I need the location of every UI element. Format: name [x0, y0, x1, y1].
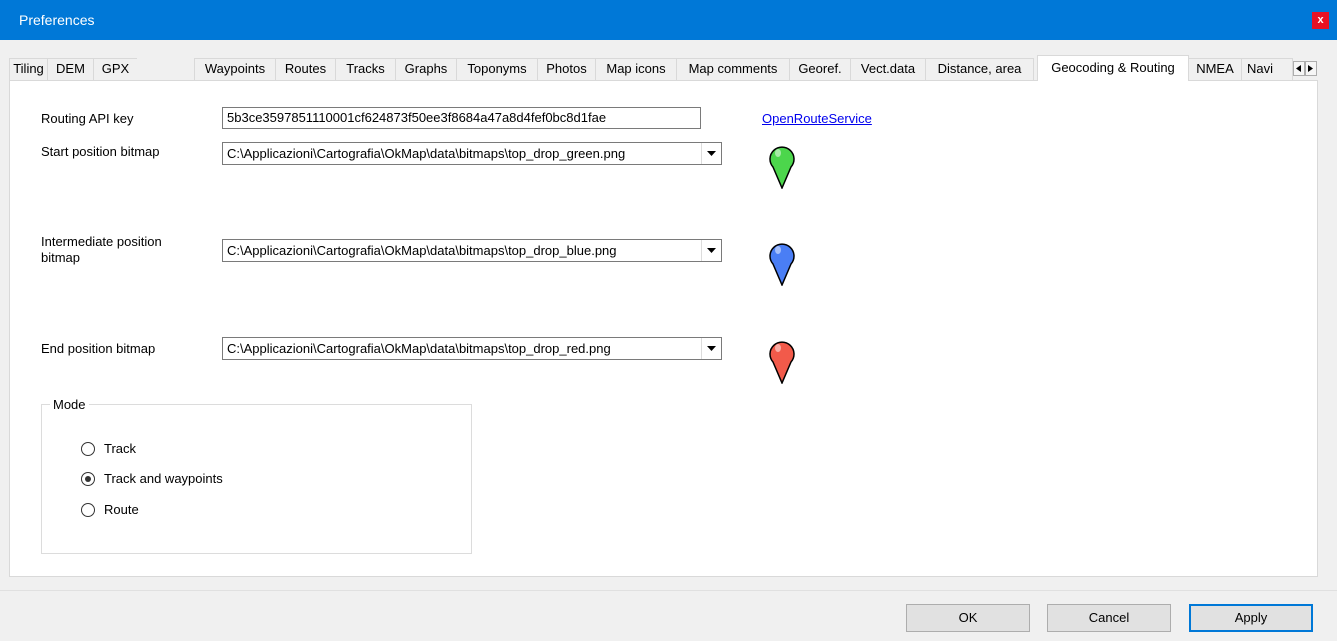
tab-map-icons[interactable]: Map icons [595, 58, 677, 80]
start-bitmap-dropdown-button[interactable] [701, 143, 721, 164]
tab-waypoints[interactable]: Waypoints [194, 58, 276, 80]
close-button[interactable]: x [1312, 12, 1329, 29]
title-bar: Preferences x [0, 0, 1337, 40]
tab-gpx[interactable]: GPX [93, 58, 138, 80]
window-title: Preferences [19, 12, 95, 28]
api-key-label: Routing API key [41, 111, 134, 126]
tab-distance-area[interactable]: Distance, area [925, 58, 1034, 80]
openrouteservice-link[interactable]: OpenRouteService [762, 111, 872, 126]
cancel-button[interactable]: Cancel [1047, 604, 1171, 632]
chevron-down-icon [707, 151, 716, 156]
blue-pin-icon [769, 243, 795, 286]
tab-map-comments[interactable]: Map comments [676, 58, 790, 80]
apply-button[interactable]: Apply [1189, 604, 1313, 632]
api-key-field[interactable]: 5b3ce3597851110001cf624873f50ee3f8684a47… [222, 107, 701, 129]
chevron-down-icon [707, 248, 716, 253]
mode-track-waypoints-label[interactable]: Track and waypoints [104, 471, 223, 487]
end-bitmap-label: End position bitmap [41, 341, 156, 356]
tab-nmea[interactable]: NMEA [1188, 58, 1242, 80]
end-bitmap-dropdown-button[interactable] [701, 338, 721, 359]
end-bitmap-select[interactable]: C:\Applicazioni\Cartografia\OkMap\data\b… [222, 337, 722, 360]
tab-navi[interactable]: Navi [1241, 58, 1293, 80]
mode-track-waypoints-radio[interactable] [81, 472, 95, 486]
end-bitmap-value: C:\Applicazioni\Cartografia\OkMap\data\b… [227, 341, 611, 356]
start-bitmap-label: Start position bitmap [41, 144, 160, 159]
tab-strip: Tiling DEM GPX Waypoints Routes Tracks G… [9, 55, 1317, 81]
mode-track-label[interactable]: Track [104, 441, 136, 457]
tab-photos[interactable]: Photos [537, 58, 596, 80]
mode-route-radio[interactable] [81, 503, 95, 517]
tab-dem[interactable]: DEM [47, 58, 94, 80]
radio-selected-dot [85, 476, 91, 482]
tab-tiling[interactable]: Tiling [9, 58, 48, 80]
intermediate-bitmap-label-line2: bitmap [41, 250, 81, 265]
intermediate-bitmap-select[interactable]: C:\Applicazioni\Cartografia\OkMap\data\b… [222, 239, 722, 262]
chevron-down-icon [707, 346, 716, 351]
mode-track-radio[interactable] [81, 442, 95, 456]
intermediate-bitmap-dropdown-button[interactable] [701, 240, 721, 261]
tab-vect-data[interactable]: Vect.data [850, 58, 926, 80]
start-bitmap-value: C:\Applicazioni\Cartografia\OkMap\data\b… [227, 146, 626, 161]
tab-routes[interactable]: Routes [275, 58, 336, 80]
intermediate-bitmap-label: Intermediate position bitmap [41, 234, 162, 266]
intermediate-bitmap-value: C:\Applicazioni\Cartografia\OkMap\data\b… [227, 243, 617, 258]
start-bitmap-select[interactable]: C:\Applicazioni\Cartografia\OkMap\data\b… [222, 142, 722, 165]
tab-toponyms[interactable]: Toponyms [456, 58, 538, 80]
tab-geocoding-routing[interactable]: Geocoding & Routing [1037, 55, 1189, 81]
ok-button[interactable]: OK [906, 604, 1030, 632]
tab-spacer [137, 58, 195, 80]
tab-scroll-right-button[interactable] [1305, 61, 1317, 76]
red-pin-icon [769, 341, 795, 384]
triangle-right-icon [1308, 65, 1313, 72]
mode-route-label[interactable]: Route [104, 502, 139, 518]
tab-georef[interactable]: Georef. [789, 58, 851, 80]
footer-separator [0, 590, 1337, 591]
green-pin-icon [769, 146, 795, 189]
tab-scroll-buttons [1293, 61, 1317, 77]
intermediate-bitmap-label-line1: Intermediate position [41, 234, 162, 249]
tab-scroll-left-button[interactable] [1293, 61, 1305, 76]
triangle-left-icon [1296, 65, 1301, 72]
tab-graphs[interactable]: Graphs [395, 58, 457, 80]
mode-group-title: Mode [50, 397, 89, 413]
tab-tracks[interactable]: Tracks [335, 58, 396, 80]
